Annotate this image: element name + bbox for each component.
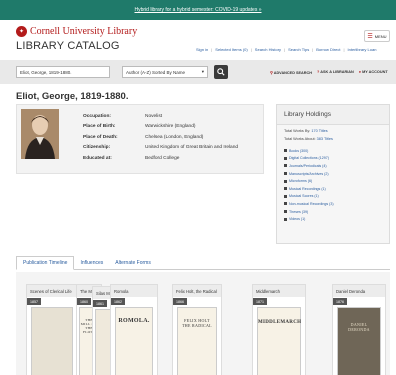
search-tools: ⚲ ADVANCED SEARCH ? ASK A LIBRARIAN ● MY… xyxy=(270,70,388,75)
search-button[interactable] xyxy=(214,65,228,79)
menu-label: MENU xyxy=(374,33,387,39)
author-info-card: Occupation: Novelist Place of Birth: War… xyxy=(16,104,264,174)
list-item[interactable]: Manuscripts/Archives (2) xyxy=(284,170,389,178)
works-by-link[interactable]: 170 Titles xyxy=(311,129,327,133)
user-icon: ● xyxy=(358,70,362,74)
book-cover: MIDDLEMARCH xyxy=(257,307,301,375)
author-details: Occupation: Novelist Place of Birth: War… xyxy=(83,111,238,164)
chevron-down-icon: ▾ xyxy=(201,69,204,74)
sign-in-link[interactable]: Sign in xyxy=(196,47,208,52)
manuscript-icon xyxy=(284,172,287,176)
ask-librarian-link[interactable]: ? ASK A LIBRARIAN xyxy=(317,70,354,75)
list-item[interactable]: Microforms (6) xyxy=(284,177,389,185)
search-icon: ⚲ xyxy=(270,71,273,75)
list-item[interactable]: Non-musical Recordings (3) xyxy=(284,200,389,208)
list-item[interactable]: Digital Collections (1297) xyxy=(284,155,389,163)
holdings-heading: Library Holdings xyxy=(277,105,389,125)
covid-banner[interactable]: Hybrid library for a hybrid semester: CO… xyxy=(0,0,396,20)
microform-icon xyxy=(284,179,287,183)
book-cover: DANIEL DERONDA xyxy=(337,307,381,375)
occupation-row: Occupation: Novelist xyxy=(83,113,163,119)
deathplace-row: Place of Death: Chelsea (London, England… xyxy=(83,134,204,140)
thesis-icon xyxy=(284,210,287,214)
publication-timeline: Scenes of Clerical Life 1857 The Mill on… xyxy=(16,272,390,375)
citizenship-row: Citizenship: United Kingdom of Great Bri… xyxy=(83,145,239,151)
works-about-line: Total Works About: 383 Titles xyxy=(284,137,333,141)
birthplace-row: Place of Birth: Warwickshire (England) xyxy=(83,124,196,130)
book-icon xyxy=(284,149,287,153)
tab-publication-timeline[interactable]: Publication Timeline xyxy=(16,256,75,270)
sort-value: Author (A-Z) Sorted By Name xyxy=(126,69,186,75)
works-about-link[interactable]: 383 Titles xyxy=(317,137,333,141)
library-holdings-panel: Library Holdings Total Works By: 170 Tit… xyxy=(276,104,390,244)
advanced-search-link[interactable]: ⚲ ADVANCED SEARCH xyxy=(270,70,312,75)
sort-select[interactable]: Author (A-Z) Sorted By Name ▾ xyxy=(122,66,208,78)
video-icon xyxy=(284,217,287,221)
book-cover: FELIX HOLT THE RADICAL xyxy=(177,307,217,375)
author-portrait xyxy=(21,109,59,159)
list-item[interactable]: Theses (39) xyxy=(284,208,389,216)
music-recording-icon xyxy=(284,187,287,191)
journal-icon xyxy=(284,164,287,168)
timeline-book-deronda[interactable]: Daniel Deronda 1876 DANIEL DERONDA xyxy=(332,284,386,375)
list-item[interactable]: Musical Recordings (1) xyxy=(284,185,389,193)
page-title: Eliot, George, 1819-1880. xyxy=(16,91,129,102)
list-item[interactable]: Videos (1) xyxy=(284,215,389,223)
library-logo[interactable]: ✦ Cornell University Library LIBRARY CAT… xyxy=(16,26,137,52)
banner-link[interactable]: Hybrid library for a hybrid semester: CO… xyxy=(135,7,262,13)
timeline-book-romola[interactable]: Romola 1862 ROMOLA. xyxy=(110,284,158,375)
header-links: Sign in | Selected Items (0) | Search Hist… xyxy=(196,47,377,52)
timeline-book-scenes[interactable]: Scenes of Clerical Life 1857 xyxy=(26,284,78,375)
cornell-seal-icon: ✦ xyxy=(16,26,27,37)
timeline-book-felix[interactable]: Felix Holt, the Radical 1866 FELIX HOLT … xyxy=(172,284,222,375)
list-item[interactable]: Journals/Periodicals (4) xyxy=(284,162,389,170)
search-input[interactable] xyxy=(16,66,110,78)
search-history-link[interactable]: Search History xyxy=(255,47,281,52)
tab-alternate-forms[interactable]: Alternate Forms xyxy=(109,256,157,269)
music-score-icon xyxy=(284,194,287,198)
selected-items-link[interactable]: Selected Items (0) xyxy=(215,47,247,52)
holdings-list: Books (300) Digital Collections (1297) J… xyxy=(277,147,389,223)
tab-influences[interactable]: Influences xyxy=(74,256,109,269)
search-icon xyxy=(217,68,225,76)
interlibrary-loan-link[interactable]: Interlibrary Loan xyxy=(348,47,377,52)
timeline-book-middlemarch[interactable]: Middlemarch 1871 MIDDLEMARCH xyxy=(252,284,306,375)
works-by-line: Total Works By: 170 Titles xyxy=(284,129,328,133)
my-account-link[interactable]: ● MY ACCOUNT xyxy=(359,70,388,75)
list-item[interactable]: Books (300) xyxy=(284,147,389,155)
university-name: Cornell University Library xyxy=(30,26,138,37)
book-cover xyxy=(31,307,73,375)
catalog-title: LIBRARY CATALOG xyxy=(16,40,120,52)
education-row: Educated at: Bedford College xyxy=(83,155,180,161)
list-item[interactable]: Musical Scores (1) xyxy=(284,193,389,201)
record-tabs: Publication Timeline Influences Alternat… xyxy=(16,256,390,270)
question-icon: ? xyxy=(317,70,320,74)
menu-button[interactable]: ☰ MENU xyxy=(364,30,390,42)
borrow-direct-link[interactable]: Borrow Direct xyxy=(316,47,340,52)
book-cover: ROMOLA. xyxy=(115,307,153,375)
digital-icon xyxy=(284,156,287,160)
search-bar: Author (A-Z) Sorted By Name ▾ ⚲ ADVANCED… xyxy=(0,60,396,84)
recording-icon xyxy=(284,202,287,206)
search-tips-link[interactable]: Search Tips xyxy=(288,47,309,52)
hamburger-icon: ☰ xyxy=(367,33,373,40)
